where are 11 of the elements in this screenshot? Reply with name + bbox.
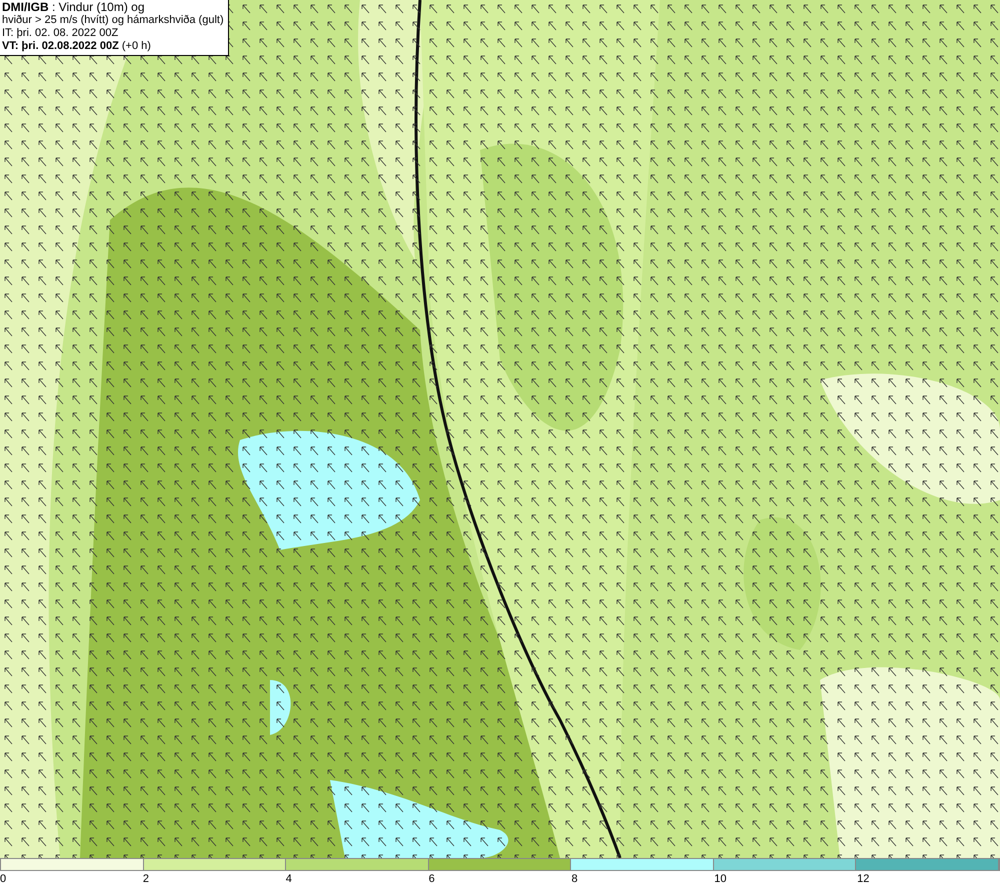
title-line: DMI/IGB : Vindur (10m) og xyxy=(2,1,144,14)
title-line: VT: þri. 02.08.2022 00Z (+0 h) xyxy=(2,40,151,53)
title-line: IT: þri. 02. 08. 2022 00Z xyxy=(2,27,118,40)
legend-label: 6 xyxy=(428,872,436,887)
title-line: hviður > 25 m/s (hvítt) og hámarkshviða (gult) xyxy=(2,14,224,27)
legend-label: 4 xyxy=(286,872,293,887)
legend-label: 10 xyxy=(714,872,728,887)
legend-label: 8 xyxy=(571,872,579,887)
legend-label: 2 xyxy=(142,872,150,887)
legend-label: 12 xyxy=(857,872,870,887)
legend-label: 0 xyxy=(0,872,8,887)
